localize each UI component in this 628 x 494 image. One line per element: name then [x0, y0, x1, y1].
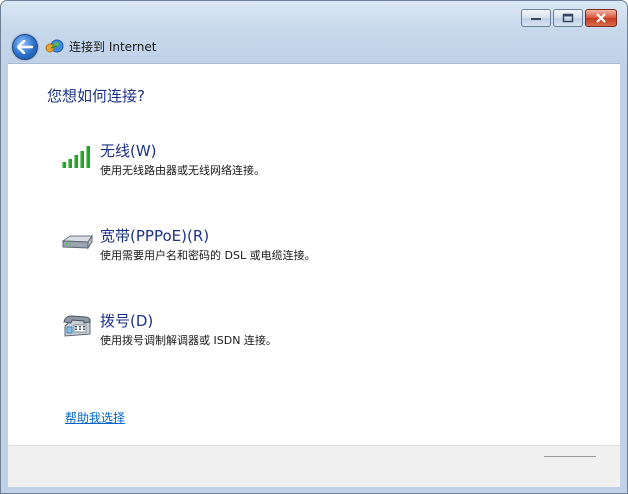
option-title: 宽带(PPPoE)(R) [100, 227, 210, 245]
maximize-icon [562, 13, 574, 23]
option-title: 无线(W) [100, 142, 157, 160]
option-description: 使用需要用户名和密码的 DSL 或电缆连接。 [100, 249, 316, 262]
footer-bar [8, 445, 620, 487]
broadband-modem-icon [61, 234, 93, 250]
close-button[interactable] [585, 9, 617, 27]
footer-divider [544, 456, 596, 457]
window-title: 连接到 Internet [69, 40, 157, 54]
close-icon [596, 13, 606, 23]
content-area: 您想如何连接? 无线(W) 使用无线路由器或无线网络连接。 宽带(PPPoE)(… [8, 63, 620, 446]
option-description: 使用无线路由器或无线网络连接。 [100, 164, 265, 177]
option-dialup[interactable]: 拨号(D) 使用拨号调制解调器或 ISDN 连接。 [60, 310, 460, 350]
dialup-phone-icon [63, 315, 91, 337]
minimize-icon [531, 18, 541, 20]
option-broadband[interactable]: 宽带(PPPoE)(R) 使用需要用户名和密码的 DSL 或电缆连接。 [60, 225, 460, 265]
network-globe-icon [45, 39, 64, 53]
option-description: 使用拨号调制解调器或 ISDN 连接。 [100, 334, 277, 347]
back-arrow-icon [17, 40, 33, 54]
page-heading: 您想如何连接? [47, 87, 145, 105]
wireless-signal-icon [62, 146, 90, 168]
back-button[interactable] [12, 34, 38, 60]
help-me-choose-link[interactable]: 帮助我选择 [65, 409, 125, 426]
maximize-button[interactable] [553, 9, 583, 27]
connect-internet-window: 连接到 Internet 您想如何连接? 无线(W) 使用无线路由器或无线网络连… [0, 0, 628, 494]
minimize-button[interactable] [521, 9, 551, 27]
option-title: 拨号(D) [100, 312, 154, 330]
caption-buttons [521, 9, 617, 27]
option-wireless[interactable]: 无线(W) 使用无线路由器或无线网络连接。 [60, 140, 460, 180]
